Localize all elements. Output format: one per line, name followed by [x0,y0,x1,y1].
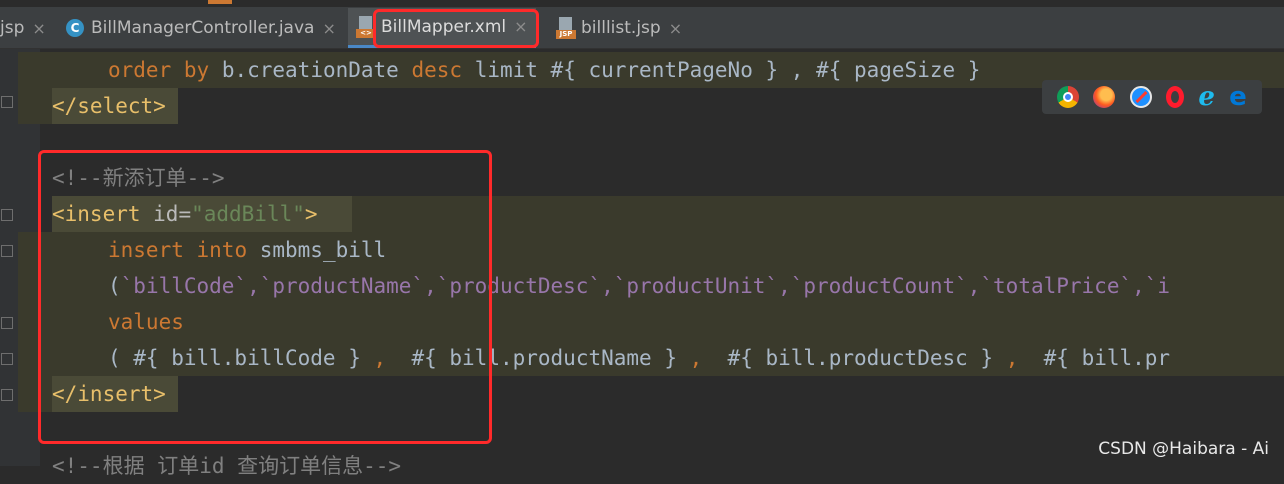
edge-icon[interactable]: e [1229,84,1247,110]
editor-tab-bar: jsp × C BillManagerController.java × <> … [0,0,1284,49]
code-text: #{ bill.productDesc } [702,346,1006,370]
code-highlight-box [38,150,492,444]
ie-icon[interactable]: e [1198,84,1215,110]
safari-icon[interactable] [1129,86,1152,108]
keyword: order [108,58,172,82]
java-class-icon: C [66,19,84,37]
code-line: <!--根据 订单id 查询订单信息--> [0,448,1284,484]
tab-billlist[interactable]: JSP billlist.jsp × [556,8,682,48]
keyword: desc [411,58,463,82]
tab-highlight-box [373,9,539,48]
tab-label: jsp [0,18,25,38]
xml-comment: <!--根据 订单id 查询订单信息--> [52,454,402,478]
tab-jsp[interactable]: jsp × [0,8,46,48]
tab-bar-top-strip [0,0,1284,7]
tab-billmanagercontroller[interactable]: C BillManagerController.java × [66,8,336,48]
xml-tag: </select> [52,94,166,118]
code-text: b.creationDate [209,58,412,82]
tab-label: BillManagerController.java [91,18,315,38]
comma: , [1005,346,1019,370]
browser-preview-bar: e e [1042,80,1262,114]
xml-file-icon: <> [356,15,376,38]
chrome-icon[interactable] [1057,86,1080,108]
code-text: #{ bill.pr [1018,346,1171,370]
strip-marker [208,0,232,4]
comma: , [689,346,703,370]
keyword: by [183,58,210,82]
watermark: CSDN @Haibara - Ai [1098,439,1269,459]
opera-icon[interactable] [1166,86,1185,108]
firefox-icon[interactable] [1093,86,1116,108]
tab-label: billlist.jsp [581,18,661,38]
close-icon[interactable]: × [322,19,335,38]
code-text: limit #{ currentPageNo } , #{ pageSize } [462,58,981,82]
jsp-file-icon: JSP [556,17,576,39]
close-icon[interactable]: × [669,19,682,38]
close-icon[interactable]: × [32,19,45,38]
